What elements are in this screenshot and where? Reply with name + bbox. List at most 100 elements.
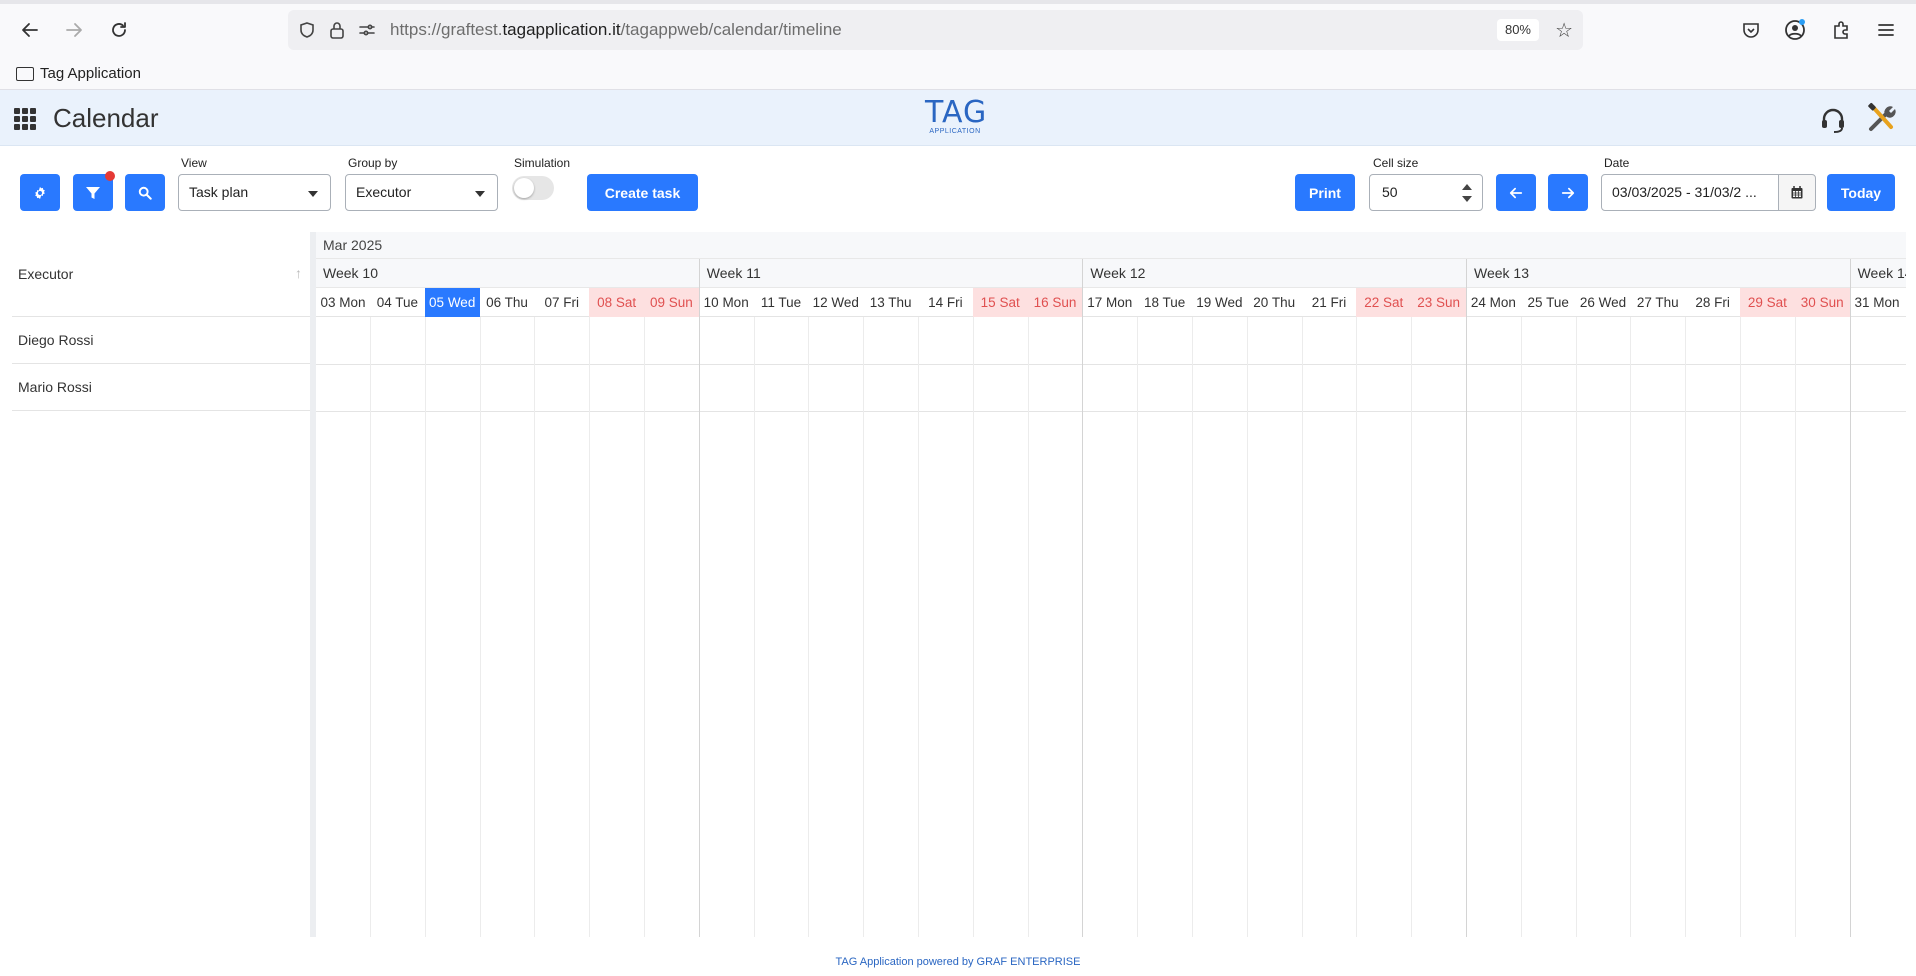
calendar-picker-button[interactable] <box>1778 174 1816 211</box>
timeline: Executor ↑ Diego Rossi Mario Rossi Mar 2… <box>12 232 1906 937</box>
cellsize-input[interactable]: 50 <box>1369 174 1483 211</box>
view-label: View <box>181 156 207 170</box>
today-button[interactable]: Today <box>1827 174 1895 211</box>
search-button[interactable] <box>125 174 165 211</box>
week-header-cell: Week 10 <box>323 265 378 281</box>
executor-row[interactable]: Mario Rossi <box>12 364 310 411</box>
pocket-icon[interactable] <box>1739 18 1763 42</box>
day-grid-line <box>863 317 865 937</box>
day-grid-line <box>424 317 426 937</box>
url-bar[interactable]: https://graftest.tagapplication.it/tagap… <box>288 10 1583 50</box>
support-headset-icon[interactable] <box>1817 104 1849 136</box>
week-header-cell: Week 12 <box>1082 259 1466 288</box>
day-header-cell[interactable]: 19 Wed <box>1192 288 1247 317</box>
app-header: Calendar TAG APPLICATION <box>0 90 1916 146</box>
day-header-cell[interactable]: 13 Thu <box>863 288 918 317</box>
day-header-cell[interactable]: 31 Mon <box>1850 288 1905 317</box>
week-divider-line <box>698 259 700 937</box>
forward-icon[interactable] <box>58 14 90 46</box>
day-header-cell[interactable]: 14 Fri <box>918 288 973 317</box>
day-header-cell[interactable]: 18 Tue <box>1137 288 1192 317</box>
url-text[interactable]: https://graftest.tagapplication.it/tagap… <box>390 20 842 40</box>
day-header-cell[interactable]: 26 Wed <box>1576 288 1631 317</box>
week-divider-line <box>1082 259 1084 937</box>
account-icon[interactable] <box>1783 18 1807 42</box>
date-label: Date <box>1604 156 1630 170</box>
day-grid-line <box>753 317 755 937</box>
create-task-button[interactable]: Create task <box>587 174 698 211</box>
filter-button[interactable] <box>73 171 115 211</box>
groupby-label: Group by <box>348 156 398 170</box>
day-header-cell[interactable]: 04 Tue <box>370 288 425 317</box>
day-grid-line <box>644 317 645 937</box>
extensions-icon[interactable] <box>1829 18 1853 42</box>
day-header-cell[interactable]: 06 Thu <box>480 288 535 317</box>
day-header-cell[interactable]: 08 Sat <box>589 288 644 317</box>
day-header-cell[interactable]: 25 Tue <box>1521 288 1576 317</box>
date-range-input[interactable]: 03/03/2025 - 31/03/2 ... <box>1601 174 1779 211</box>
day-header-cell[interactable]: 29 Sat <box>1740 288 1795 317</box>
month-header: Mar 2025 <box>316 232 1906 259</box>
cellsize-value: 50 <box>1382 184 1398 200</box>
day-grid-line <box>1411 317 1413 937</box>
day-header-cell[interactable]: 16 Sun <box>1027 288 1083 317</box>
executor-row[interactable]: Diego Rossi <box>12 317 310 364</box>
day-header-cell[interactable]: 05 Wed <box>424 288 480 317</box>
day-header-cell[interactable]: 21 Fri <box>1302 288 1357 317</box>
spin-up-icon[interactable] <box>1462 184 1472 190</box>
sort-arrow-up-icon[interactable]: ↑ <box>295 265 302 281</box>
day-grid-line <box>1520 317 1522 937</box>
settings-button[interactable] <box>20 174 60 211</box>
week-divider-line <box>1466 259 1467 937</box>
day-header-cell[interactable]: 24 Mon <box>1466 288 1521 317</box>
day-header-cell[interactable]: 28 Fri <box>1685 288 1740 317</box>
bookmark-tag-application[interactable]: Tag Application <box>40 65 141 82</box>
day-grid-line <box>1630 317 1632 937</box>
caret-down-icon <box>475 191 485 197</box>
zoom-level[interactable]: 80% <box>1496 19 1539 41</box>
shield-icon[interactable] <box>296 19 318 41</box>
day-header-cell[interactable]: 07 Fri <box>534 288 589 317</box>
day-header-cell[interactable]: 20 Thu <box>1247 288 1302 317</box>
apps-grid-icon[interactable] <box>14 108 36 130</box>
filter-icon <box>86 186 100 199</box>
groupby-select[interactable]: Executor <box>345 174 498 211</box>
caret-down-icon <box>308 191 318 197</box>
filter-active-dot <box>105 171 115 181</box>
day-grid-line <box>1192 317 1193 937</box>
day-header-cell[interactable]: 15 Sat <box>972 288 1028 317</box>
day-header-cell[interactable]: 22 Sat <box>1356 288 1412 317</box>
day-header-cell[interactable]: 09 Sun <box>644 288 699 317</box>
day-grid-line <box>1301 317 1303 937</box>
view-select[interactable]: Task plan <box>178 174 331 211</box>
day-header-cell[interactable]: 27 Thu <box>1630 288 1685 317</box>
lock-icon[interactable] <box>326 19 348 41</box>
day-header-cell[interactable]: 11 Tue <box>754 288 809 317</box>
day-header-cell[interactable]: 30 Sun <box>1794 288 1850 317</box>
groupby-select-value: Executor <box>356 184 412 200</box>
day-grid-line <box>1246 317 1248 937</box>
day-header-cell[interactable]: 10 Mon <box>699 288 754 317</box>
day-header-cell[interactable]: 23 Sun <box>1411 288 1466 317</box>
day-header-cell[interactable]: 03 Mon <box>316 288 370 317</box>
day-header-cell[interactable]: 12 Wed <box>808 288 863 317</box>
bookmark-star-icon[interactable]: ☆ <box>1555 18 1573 43</box>
browser-toolbar: https://graftest.tagapplication.it/tagap… <box>0 0 1916 58</box>
next-button[interactable] <box>1548 174 1588 211</box>
reload-icon[interactable] <box>103 14 135 46</box>
folder-icon <box>16 66 34 81</box>
day-header-cell[interactable]: 17 Mon <box>1082 288 1137 317</box>
spin-down-icon[interactable] <box>1462 196 1472 202</box>
back-icon[interactable] <box>14 14 46 46</box>
permissions-icon[interactable] <box>356 19 378 41</box>
tools-icon[interactable] <box>1864 100 1900 136</box>
simulation-toggle[interactable] <box>512 176 554 200</box>
previous-button[interactable] <box>1496 174 1536 211</box>
menu-icon[interactable] <box>1874 18 1898 42</box>
day-grid-line <box>918 317 919 937</box>
week-header-cell: Week 13 <box>1466 259 1850 288</box>
print-button[interactable]: Print <box>1295 174 1355 211</box>
calendar-icon <box>1791 186 1803 199</box>
executor-header[interactable]: Executor ↑ <box>12 232 310 317</box>
day-grid-line <box>534 317 536 937</box>
